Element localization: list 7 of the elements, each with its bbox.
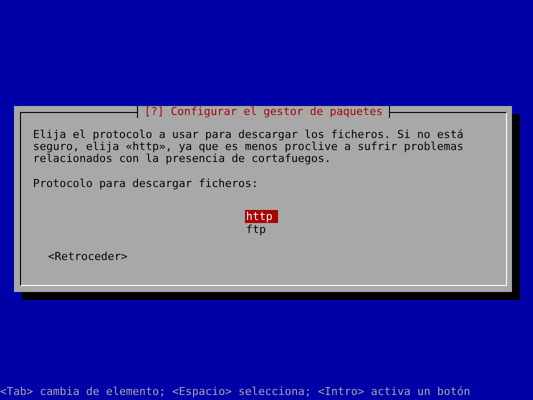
back-button[interactable]: <Retroceder> [48, 251, 128, 263]
description-text: Elija el protocolo a usar para descargar los ficheros. Si no está seguro, elija «http», ya que es menos proclive a sufrir problemas relacionados con la presencia de cortafuegos. [33, 129, 464, 165]
dialog-title: [?] Configurar el gestor de paquetes [137, 106, 390, 118]
protocol-option[interactable]: ftp [245, 223, 278, 236]
prompt-label: Protocolo para descargar ficheros: [33, 178, 260, 190]
status-bar-hint: <Tab> cambia de elemento; <Espacio> selecciona; <Intro> activa un botón [0, 386, 472, 398]
protocol-option[interactable]: http [245, 210, 278, 223]
